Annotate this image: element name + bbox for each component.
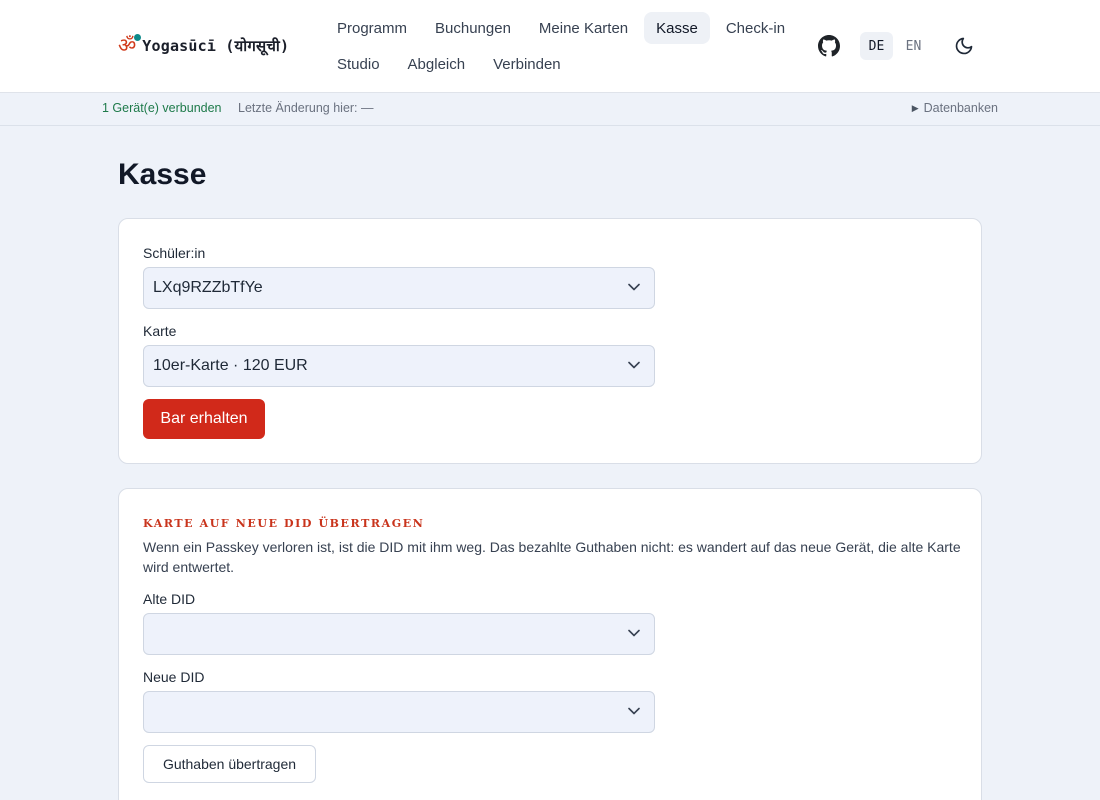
chevron-down-icon (628, 707, 640, 715)
device-status: 1 Gerät(e) verbunden (102, 101, 222, 115)
student-select-value: LXq9RZZbTfYe (153, 279, 263, 296)
cash-received-button[interactable]: Bar erhalten (143, 399, 265, 439)
om-icon: ॐ (118, 34, 142, 56)
chevron-down-icon (628, 629, 640, 637)
nav-item-meine-karten[interactable]: Meine Karten (527, 12, 640, 44)
nav-item-check-in[interactable]: Check-in (714, 12, 797, 44)
github-icon[interactable] (818, 35, 840, 57)
card-select-value: 10er-Karte · 120 EUR (153, 357, 308, 374)
lang-de-button[interactable]: DE (860, 32, 893, 60)
last-change-status: Letzte Änderung hier: — (238, 101, 374, 115)
transfer-credit-button[interactable]: Guthaben übertragen (143, 745, 316, 783)
transfer-description: Wenn ein Passkey verloren ist, ist die D… (143, 539, 961, 575)
disclosure-triangle-icon: ▶ (911, 102, 919, 113)
nav-item-programm[interactable]: Programm (325, 12, 419, 44)
new-did-label: Neue DID (143, 669, 205, 685)
nav-item-studio[interactable]: Studio (325, 48, 392, 80)
transfer-card: Karte auf neue DID übertragen Wenn ein P… (118, 488, 982, 800)
checkout-card: Schüler:in LXq9RZZbTfYe Karte 10er-Karte… (118, 218, 982, 464)
new-did-select[interactable] (143, 691, 655, 733)
lang-en-button[interactable]: EN (897, 32, 930, 60)
nav-row-1: Programm Buchungen Meine Karten Kasse Ch… (325, 12, 795, 44)
status-bar: 1 Gerät(e) verbunden Letzte Änderung hie… (0, 93, 1100, 126)
moon-icon[interactable] (954, 36, 974, 56)
databases-label: Datenbanken (923, 101, 998, 115)
card-label: Karte (143, 323, 177, 339)
page-title: Kasse (118, 158, 207, 191)
student-select[interactable]: LXq9RZZbTfYe (143, 267, 655, 309)
nav-item-verbinden[interactable]: Verbinden (481, 48, 573, 80)
nav-item-abgleich[interactable]: Abgleich (396, 48, 478, 80)
brand-logo[interactable]: ॐ Yogasūcī (योगसूची) (118, 34, 289, 58)
old-did-label: Alte DID (143, 591, 196, 607)
top-header: ॐ Yogasūcī (योगसूची) Programm Buchungen … (0, 0, 1100, 93)
nav-row-2: Studio Abgleich Verbinden (325, 48, 795, 80)
nav-item-kasse[interactable]: Kasse (644, 12, 710, 44)
chevron-down-icon (628, 283, 640, 291)
databases-toggle[interactable]: ▶ Datenbanken (912, 101, 998, 115)
transfer-section-title: Karte auf neue DID übertragen (143, 517, 425, 530)
chevron-down-icon (628, 361, 640, 369)
student-label: Schüler:in (143, 245, 206, 261)
old-did-select[interactable] (143, 613, 655, 655)
card-select[interactable]: 10er-Karte · 120 EUR (143, 345, 655, 387)
language-switcher: DE EN (860, 32, 930, 60)
brand-name: Yogasūcī (योगसूची) (142, 37, 290, 55)
nav-item-buchungen[interactable]: Buchungen (423, 12, 523, 44)
main-nav: Programm Buchungen Meine Karten Kasse Ch… (325, 12, 795, 84)
